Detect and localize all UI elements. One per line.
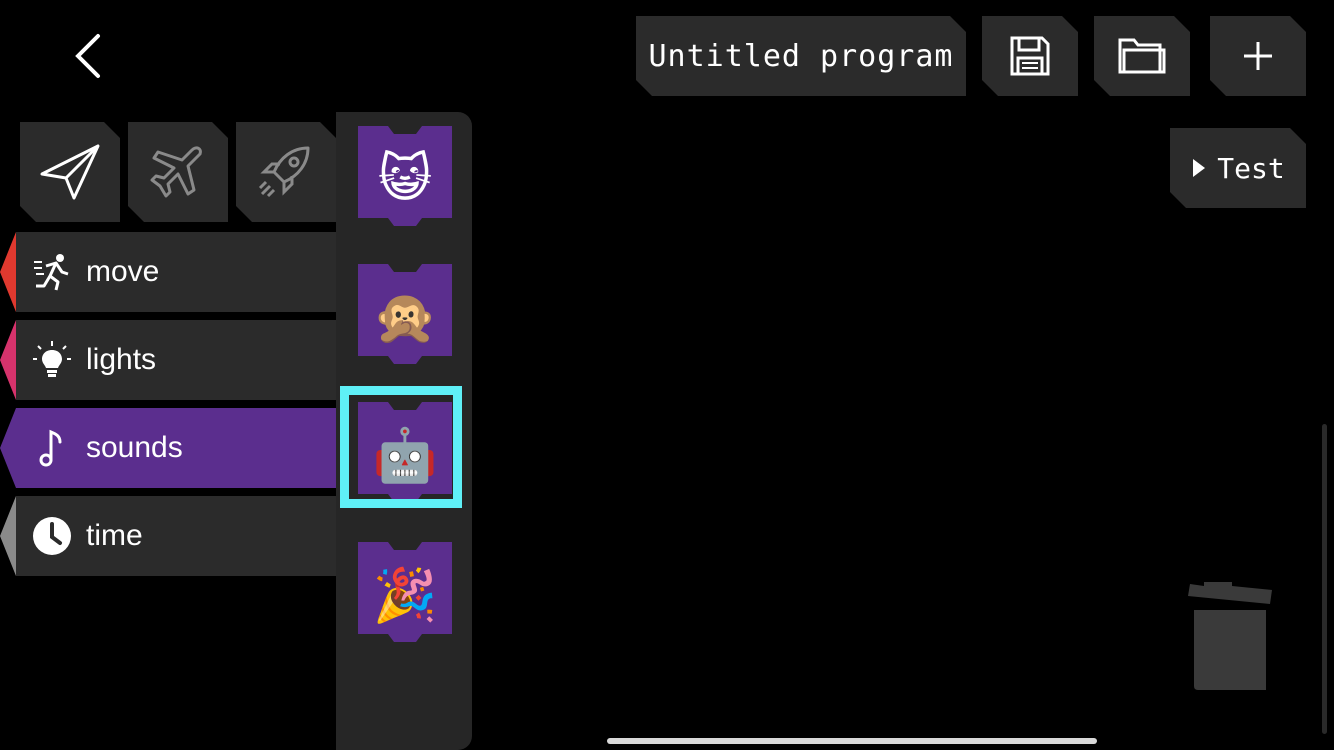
save-icon (1006, 32, 1054, 80)
category-label: move (86, 255, 160, 288)
test-label: Test (1217, 151, 1285, 185)
category-color-tab (0, 232, 16, 312)
save-button[interactable] (982, 16, 1078, 96)
home-indicator (607, 738, 1097, 744)
program-title: Untitled program (648, 38, 954, 74)
rocket-icon (256, 142, 316, 202)
category-color-tab (0, 408, 16, 488)
clock-icon (32, 516, 72, 556)
vehicle-paper-plane[interactable] (20, 122, 120, 222)
play-icon (1191, 157, 1207, 179)
canvas-scrollbar[interactable] (1322, 424, 1327, 734)
block-palette[interactable]: 😺 🙊 🤖 🎉 (336, 112, 472, 750)
category-label: time (86, 519, 143, 552)
test-button[interactable]: Test (1170, 128, 1306, 208)
music-note-icon (32, 428, 72, 468)
plus-icon (1238, 36, 1278, 76)
party-popper-emoji: 🎉 (372, 565, 438, 626)
chevron-left-icon (75, 34, 100, 78)
cat-face-emoji: 😺 (377, 149, 433, 209)
selection-highlight (340, 386, 462, 508)
trash-button[interactable] (1186, 580, 1276, 696)
speak-no-evil-monkey-emoji: 🙊 (372, 287, 438, 348)
sound-block-monkey[interactable]: 🙊 (358, 264, 452, 370)
open-folder-button[interactable] (1094, 16, 1190, 96)
category-lights[interactable]: lights (0, 320, 336, 400)
sound-block-party[interactable]: 🎉 (358, 542, 452, 648)
vehicle-airplane[interactable] (128, 122, 228, 222)
add-button[interactable] (1210, 16, 1306, 96)
paper-plane-icon (38, 140, 102, 204)
vehicle-rocket[interactable] (236, 122, 336, 222)
program-title-button[interactable]: Untitled program (636, 16, 966, 96)
category-time[interactable]: time (0, 496, 336, 576)
lightbulb-icon (32, 340, 72, 380)
category-sounds[interactable]: sounds (0, 408, 336, 488)
trash-icon (1188, 582, 1272, 690)
category-label: lights (86, 343, 157, 376)
category-color-tab (0, 496, 16, 576)
category-color-tab (0, 320, 16, 400)
category-label: sounds (86, 431, 183, 464)
back-button[interactable] (60, 26, 120, 86)
airplane-icon (148, 142, 208, 202)
category-move[interactable]: move (0, 232, 336, 312)
running-icon (32, 252, 72, 292)
folder-icon (1116, 32, 1168, 80)
sound-block-cat[interactable]: 😺 (358, 126, 452, 232)
